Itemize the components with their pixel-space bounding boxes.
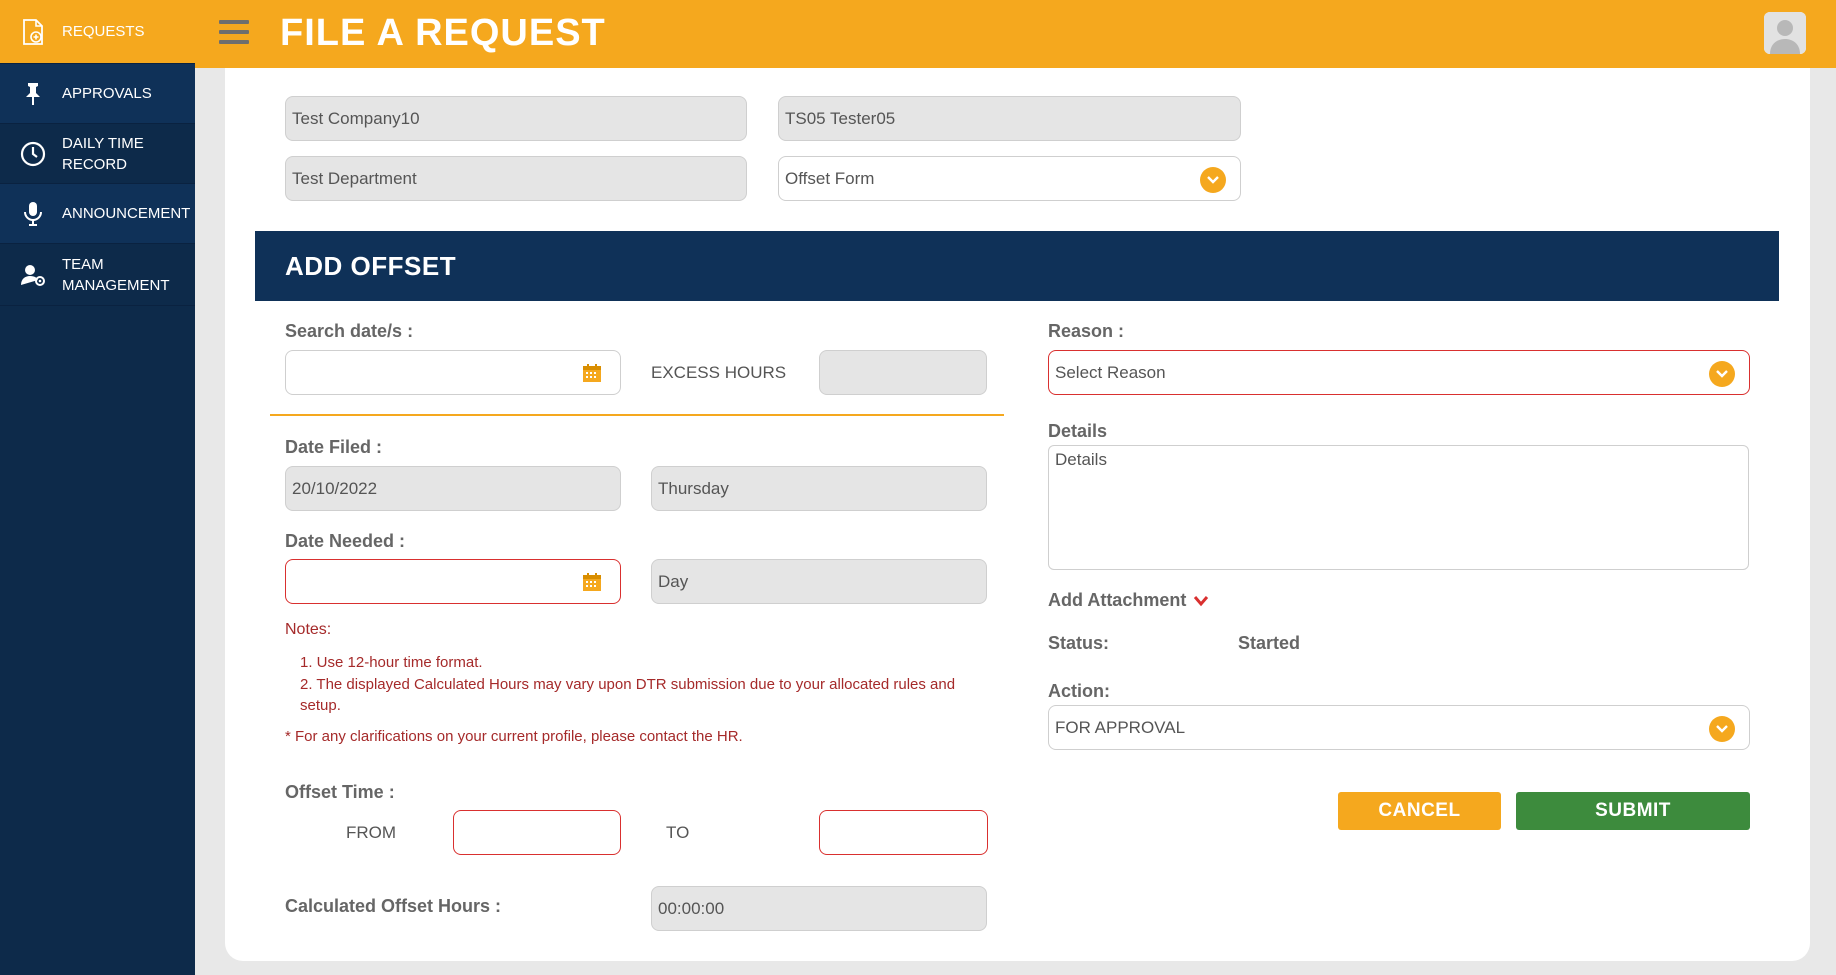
chevron-down-icon[interactable] (1193, 591, 1209, 612)
department-field: Test Department (285, 156, 747, 201)
reason-value: Select Reason (1055, 362, 1166, 382)
date-filed-label: Date Filed : (285, 437, 383, 457)
sidebar-item-team-management[interactable]: TEAM MANAGEMENT (0, 244, 195, 306)
top-header: FILE A REQUEST (195, 0, 1836, 68)
offset-from-input[interactable] (453, 810, 621, 855)
sidebar-item-label: ANNOUNCEMENT (62, 205, 191, 222)
note-3: * For any clarifications on your current… (285, 728, 743, 745)
sidebar-item-label: APPROVALS (62, 85, 152, 102)
divider (270, 414, 1004, 416)
add-attachment-toggle[interactable]: Add Attachment (1048, 590, 1209, 612)
calculated-hours-value: 00:00:00 (658, 898, 725, 918)
avatar[interactable] (1764, 12, 1806, 54)
employee-value: TS05 Tester05 (785, 108, 896, 128)
date-needed-input[interactable] (285, 559, 621, 604)
department-value: Test Department (292, 168, 417, 188)
note-2b: setup. (300, 697, 341, 714)
form-type-value: Offset Form (785, 168, 875, 188)
chevron-down-icon[interactable] (1200, 167, 1226, 193)
form-type-select[interactable]: Offset Form (778, 156, 1241, 201)
hamburger-menu-icon[interactable] (219, 20, 249, 46)
action-select[interactable]: FOR APPROVAL (1048, 705, 1750, 750)
date-filed-field: 20/10/2022 (285, 466, 621, 511)
offset-to-input[interactable] (819, 810, 988, 855)
calculated-hours-label: Calculated Offset Hours : (285, 896, 502, 916)
reason-select[interactable]: Select Reason (1048, 350, 1750, 395)
search-dates-input[interactable] (285, 350, 621, 395)
request-file-icon (20, 18, 46, 45)
user-settings-icon (20, 262, 46, 288)
date-needed-day-field: Day (651, 559, 987, 604)
clock-icon (20, 141, 46, 167)
microphone-icon (20, 201, 46, 227)
chevron-down-icon[interactable] (1709, 716, 1735, 742)
date-filed-day-field: Thursday (651, 466, 987, 511)
offset-time-label: Offset Time : (285, 782, 395, 802)
add-attachment-label: Add Attachment (1048, 590, 1187, 610)
employee-field: TS05 Tester05 (778, 96, 1241, 141)
sidebar-item-label: TEAM MANAGEMENT (62, 255, 170, 294)
section-title: ADD OFFSET (285, 250, 457, 281)
date-filed-day: Thursday (658, 478, 729, 498)
notes-title: Notes: (285, 621, 332, 638)
sidebar-item-announcement[interactable]: ANNOUNCEMENT (0, 184, 195, 244)
status-value: Started (1238, 633, 1301, 653)
date-needed-label: Date Needed : (285, 531, 406, 551)
submit-button[interactable]: SUBMIT (1516, 792, 1750, 830)
company-field: Test Company10 (285, 96, 747, 141)
reason-label: Reason : (1048, 321, 1125, 341)
date-needed-day: Day (658, 571, 689, 591)
sidebar-item-label: DAILY TIME RECORD (62, 134, 144, 173)
excess-hours-label: EXCESS HOURS (651, 363, 787, 382)
search-dates-label: Search date/s : (285, 321, 414, 341)
note-2a: 2. The displayed Calculated Hours may va… (300, 676, 956, 693)
calendar-icon[interactable] (582, 363, 602, 383)
sidebar-item-requests[interactable]: REQUESTS (0, 0, 195, 64)
to-label: TO (666, 823, 690, 842)
date-filed-value: 20/10/2022 (292, 478, 378, 498)
section-title-bar: ADD OFFSET (255, 231, 1779, 301)
sidebar-item-approvals[interactable]: APPROVALS (0, 64, 195, 124)
chevron-down-icon[interactable] (1709, 361, 1735, 387)
sidebar-item-daily-time-record[interactable]: DAILY TIME RECORD (0, 124, 195, 184)
sidebar: REQUESTS APPROVALS DAILY TIME RECORD ANN… (0, 0, 195, 975)
details-label: Details (1048, 421, 1108, 441)
pin-icon (20, 81, 46, 107)
sidebar-item-label: REQUESTS (62, 23, 145, 40)
action-value: FOR APPROVAL (1055, 717, 1186, 737)
calendar-icon[interactable] (582, 572, 602, 592)
cancel-button[interactable]: CANCEL (1338, 792, 1501, 830)
action-label: Action: (1048, 681, 1110, 701)
from-label: FROM (346, 823, 397, 842)
excess-hours-field (819, 350, 987, 395)
note-1: 1. Use 12-hour time format. (300, 654, 483, 671)
calculated-hours-field: 00:00:00 (651, 886, 987, 931)
page-title: FILE A REQUEST (280, 12, 606, 54)
details-textarea[interactable]: Details (1048, 445, 1749, 570)
status-label: Status: (1048, 633, 1110, 653)
company-value: Test Company10 (292, 108, 420, 128)
